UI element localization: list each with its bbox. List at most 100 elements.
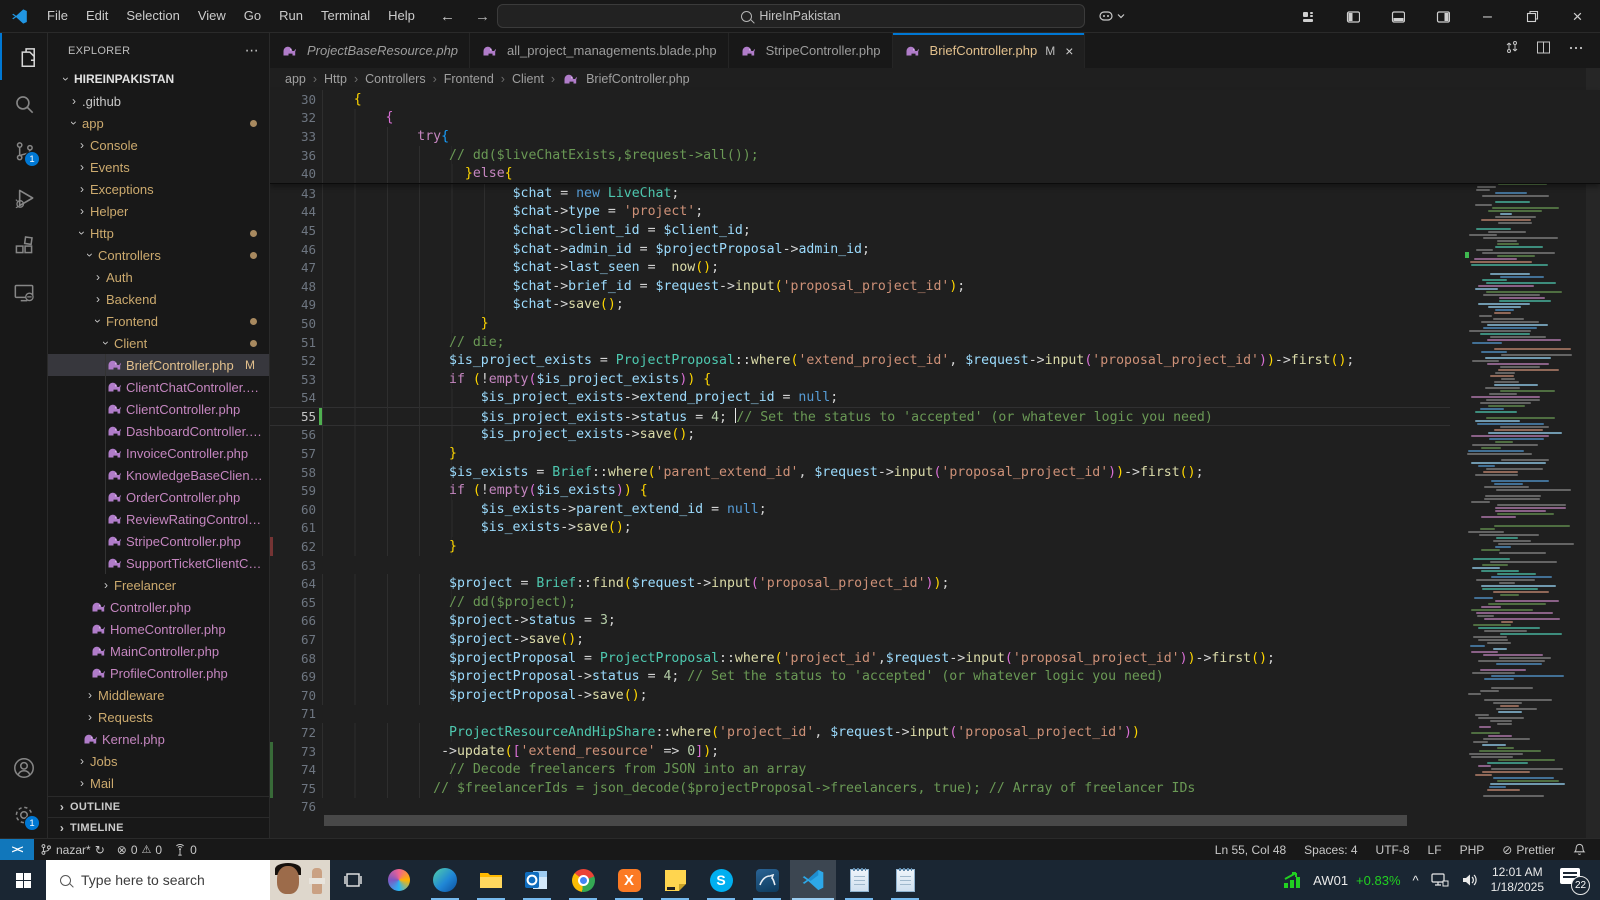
more-actions-icon[interactable]: ⋯ [245, 42, 259, 59]
notification-center[interactable]: 22 [1556, 865, 1590, 895]
restore-button[interactable] [1510, 0, 1555, 33]
volume-icon[interactable] [1461, 872, 1479, 888]
more-actions-icon[interactable] [1568, 40, 1584, 61]
network-icon[interactable] [1431, 872, 1449, 888]
code-line-45[interactable]: 45 $chat->client_id = $client_id; [270, 221, 1600, 240]
toggle-secondary-sidebar-button[interactable] [1420, 0, 1465, 33]
back-icon[interactable]: ← [440, 8, 455, 25]
taskbar-app-skype[interactable]: S [698, 860, 744, 900]
problems[interactable]: ⊗ 0 ⚠ 0 [111, 839, 168, 860]
status-php[interactable]: PHP [1454, 843, 1491, 857]
menu-edit[interactable]: Edit [77, 8, 117, 23]
code-line-50[interactable]: 50 } [270, 314, 1600, 333]
section-timeline[interactable]: › TIMELINE [48, 817, 269, 838]
taskbar-search[interactable]: Type here to search [46, 860, 330, 900]
code-line-64[interactable]: 64 $project = Brief::find($request->inpu… [270, 574, 1600, 594]
activity-search[interactable] [0, 80, 47, 127]
tree-item-middleware[interactable]: › Middleware [48, 684, 269, 706]
code-line-60[interactable]: 60 $is_exists->parent_extend_id = null; [270, 500, 1600, 519]
remote-indicator[interactable]: >< [0, 839, 34, 860]
taskbar-app-copilot[interactable] [376, 860, 422, 900]
tree-item-homecontroller-php[interactable]: HomeController.php [48, 618, 269, 640]
code-line-44[interactable]: 44 $chat->type = 'project'; [270, 202, 1600, 222]
code-line-54[interactable]: 54 $is_project_exists->extend_project_id… [270, 388, 1600, 408]
notifications-bell[interactable] [1567, 843, 1592, 856]
activity-remote-explorer[interactable] [0, 268, 47, 315]
code-line-68[interactable]: 68 $projectProposal = ProjectProposal::w… [270, 648, 1600, 668]
code-lines[interactable]: 43 $chat = new LiveChat; 44 $chat->type =… [270, 183, 1600, 817]
code-line-53[interactable]: 53 if (!empty($is_project_exists)) { [270, 369, 1600, 389]
status-utf8[interactable]: UTF-8 [1370, 843, 1416, 857]
forward-icon[interactable]: → [475, 8, 490, 25]
activity-settings-gear[interactable]: 1 [0, 791, 47, 838]
code-line-58[interactable]: 58 $is_exists = Brief::where('parent_ext… [270, 462, 1600, 482]
code-line-48[interactable]: 48 $chat->brief_id = $request->input('pr… [270, 276, 1600, 296]
tree-item-jobs[interactable]: › Jobs [48, 750, 269, 772]
code-line-72[interactable]: 72 ProjectResourceAndHipShare::where('pr… [270, 723, 1600, 742]
tree-item-client[interactable]: › Client [48, 332, 269, 354]
tree-item-clientcontroller-php[interactable]: ClientController.php [48, 398, 269, 420]
tree-item-app[interactable]: › app [48, 112, 269, 134]
tree-item-http[interactable]: › Http [48, 222, 269, 244]
tree-item--github[interactable]: › .github [48, 90, 269, 112]
close-icon[interactable]: × [1065, 43, 1073, 59]
tree-item-helper[interactable]: › Helper [48, 200, 269, 222]
tree-item-console[interactable]: › Console [48, 134, 269, 156]
tree-item-briefcontroller-php[interactable]: BriefController.php M [48, 354, 269, 376]
code-line-59[interactable]: 59 if (!empty($is_exists)) { [270, 481, 1600, 501]
code-line-66[interactable]: 66 $project->status = 3; [270, 611, 1600, 631]
activity-files[interactable] [0, 33, 47, 80]
code-line-52[interactable]: 52 $is_project_exists = ProjectProposal:… [270, 351, 1600, 370]
tree-item-stripecontroller-php[interactable]: StripeController.php [48, 530, 269, 552]
tree-item-clientchatcontroller-php[interactable]: ClientChatController.php [48, 376, 269, 398]
activity-extensions[interactable] [0, 221, 47, 268]
code-line-71[interactable]: 71 [270, 705, 1600, 724]
breadcrumb-item[interactable]: Client [512, 72, 544, 86]
taskbar-app-file-explorer[interactable] [468, 860, 514, 900]
minimize-button[interactable]: – [1465, 0, 1510, 33]
code-line-65[interactable]: 65 // dd($project); [270, 593, 1600, 612]
tree-item-backend[interactable]: › Backend [48, 288, 269, 310]
sticky-scroll[interactable]: 30 {32 {33 try{36 // dd($liveChatExists,… [270, 90, 1600, 184]
taskbar-app-vscode[interactable] [790, 860, 836, 900]
taskbar-app-sticky-notes[interactable] [652, 860, 698, 900]
menu-file[interactable]: File [38, 8, 77, 23]
code-line-73[interactable]: 73 ->update(['extend_resource' => 0]); [270, 741, 1600, 761]
code-line-51[interactable]: 51 // die; [270, 332, 1600, 352]
status-formatter[interactable]: ⊘ Prettier [1496, 843, 1561, 857]
tree-item-freelancer[interactable]: › Freelancer [48, 574, 269, 596]
code-line-67[interactable]: 67 $project->save(); [270, 630, 1600, 649]
toggle-panel-button[interactable] [1375, 0, 1420, 33]
tree-item-knowledgebaseclientco-[interactable]: KnowledgeBaseClientCo... [48, 464, 269, 486]
breadcrumb-item[interactable]: BriefController.php [562, 71, 690, 87]
taskbar-app-outlook[interactable] [514, 860, 560, 900]
tree-item-hireinpakistan[interactable]: › HIREINPAKISTAN [48, 68, 269, 90]
menu-run[interactable]: Run [270, 8, 312, 23]
horizontal-scrollbar-slider[interactable] [324, 815, 1407, 826]
menu-go[interactable]: Go [235, 8, 270, 23]
menu-selection[interactable]: Selection [117, 8, 188, 23]
code-line-75[interactable]: 75 // $freelancerIds = json_decode($proj… [270, 778, 1600, 798]
code-line-56[interactable]: 56 $is_project_exists->save(); [270, 425, 1600, 445]
code-line-76[interactable]: 76 [270, 798, 1600, 817]
tree-item-kernel-php[interactable]: Kernel.php [48, 728, 269, 750]
code-line-55[interactable]: 55 $is_project_exists->status = 4; // Se… [270, 407, 1600, 426]
tree-item-requests[interactable]: › Requests [48, 706, 269, 728]
close-button[interactable]: × [1555, 0, 1600, 33]
breadcrumb-item[interactable]: Frontend [444, 72, 494, 86]
breadcrumb-item[interactable]: app [285, 72, 306, 86]
code-line-49[interactable]: 49 $chat->save(); [270, 295, 1600, 315]
code-line-46[interactable]: 46 $chat->admin_id = $projectProposal->a… [270, 239, 1600, 259]
tree-item-mail[interactable]: › Mail [48, 772, 269, 794]
code-line-47[interactable]: 47 $chat->last_seen = now(); [270, 258, 1600, 277]
code-line-57[interactable]: 57 } [270, 444, 1600, 463]
tab-projectbaseresource-php[interactable]: ProjectBaseResource.php [270, 33, 471, 68]
code-line-69[interactable]: 69 $projectProposal->status = 4; // Set … [270, 667, 1600, 686]
code-line-74[interactable]: 74 // Decode freelancers from JSON into … [270, 760, 1600, 779]
tree-item-events[interactable]: › Events [48, 156, 269, 178]
tree-item-maincontroller-php[interactable]: MainController.php [48, 640, 269, 662]
status-spaces[interactable]: Spaces: 4 [1298, 843, 1363, 857]
ports[interactable]: 0 [168, 839, 203, 860]
code-line-36[interactable]: 36 // dd($liveChatExists,$request->all()… [270, 145, 1600, 165]
tray-expand-icon[interactable]: ^ [1413, 873, 1419, 888]
